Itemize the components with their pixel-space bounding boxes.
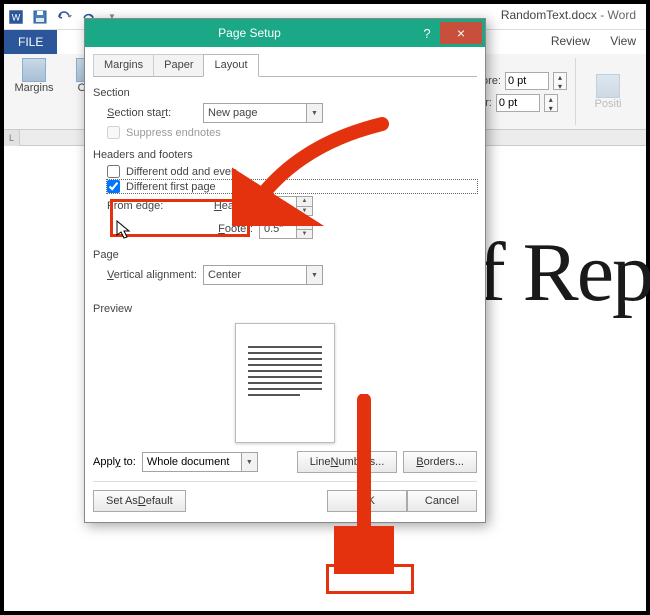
suppress-endnotes-checkbox: Suppress endnotes (107, 126, 477, 139)
cursor-icon (116, 220, 132, 240)
file-tab[interactable]: FILE (4, 30, 57, 54)
save-icon[interactable] (28, 6, 52, 28)
tab-margins[interactable]: Margins (93, 54, 154, 77)
section-start-label: Section start: (93, 107, 203, 119)
chevron-down-icon: ▼ (306, 266, 322, 284)
ruler-corner: L (4, 130, 20, 146)
different-first-page-checkbox[interactable]: Different first page (107, 180, 477, 193)
footer-label: Footer: (203, 223, 259, 235)
dialog-titlebar[interactable]: Page Setup ? × (85, 19, 485, 47)
apply-to-label: Apply to: (93, 456, 136, 468)
cancel-button[interactable]: Cancel (407, 490, 477, 512)
preview-thumbnail (235, 323, 335, 443)
close-icon[interactable]: × (440, 22, 482, 44)
section-start-select[interactable]: New page▼ (203, 103, 323, 123)
spacing-before-input[interactable] (505, 72, 549, 90)
window-title: RandomText.docx - Word (501, 8, 636, 22)
line-numbers-button[interactable]: Line Numbers... (297, 451, 398, 473)
stepper-icon[interactable]: ▲▼ (296, 220, 312, 238)
margins-icon (22, 58, 46, 82)
vertical-alignment-select[interactable]: Center▼ (203, 265, 323, 285)
headers-footers-heading: Headers and footers (93, 149, 477, 161)
app-menu-icon[interactable]: W (4, 6, 28, 28)
ribbon-tab-view[interactable]: View (600, 30, 646, 54)
different-odd-even-checkbox[interactable]: Different odd and even (107, 165, 477, 178)
document-text-fragment: f Rep (478, 224, 650, 321)
vertical-alignment-label: Vertical alignment: (93, 269, 203, 281)
from-edge-label: From edge: (93, 200, 203, 212)
svg-text:W: W (12, 12, 21, 22)
apply-to-select[interactable]: Whole document▼ (142, 452, 258, 472)
ok-button[interactable]: OK (327, 490, 407, 512)
page-heading: Page (93, 249, 477, 261)
spacing-after-input[interactable] (496, 94, 540, 112)
ribbon-tab-review[interactable]: Review (541, 30, 600, 54)
borders-button[interactable]: Borders... (403, 451, 477, 473)
footer-distance-input[interactable]: 0.5" ▲▼ (259, 219, 313, 239)
chevron-down-icon: ▼ (241, 453, 257, 471)
dialog-tabstrip: Margins Paper Layout (93, 53, 477, 77)
section-heading: Section (93, 87, 477, 99)
undo-icon[interactable] (52, 6, 76, 28)
preview-heading: Preview (93, 303, 477, 315)
stepper-icon[interactable]: ▲▼ (296, 197, 312, 215)
chevron-down-icon: ▼ (306, 104, 322, 122)
header-label: Header: (203, 200, 259, 212)
position-icon (596, 74, 620, 98)
position-button[interactable]: Positi (584, 74, 632, 110)
stepper-icon[interactable]: ▴▾ (544, 94, 558, 112)
header-distance-input[interactable]: 0.5" ▲▼ (259, 196, 313, 216)
stepper-icon[interactable]: ▴▾ (553, 72, 567, 90)
help-icon[interactable]: ? (414, 26, 440, 41)
tab-paper[interactable]: Paper (153, 54, 204, 77)
tab-layout[interactable]: Layout (203, 54, 258, 77)
dialog-title: Page Setup (85, 26, 414, 40)
margins-button[interactable]: Margins (10, 58, 58, 94)
page-setup-dialog: Page Setup ? × Margins Paper Layout Sect… (84, 18, 486, 523)
set-as-default-button[interactable]: Set As Default (93, 490, 186, 512)
